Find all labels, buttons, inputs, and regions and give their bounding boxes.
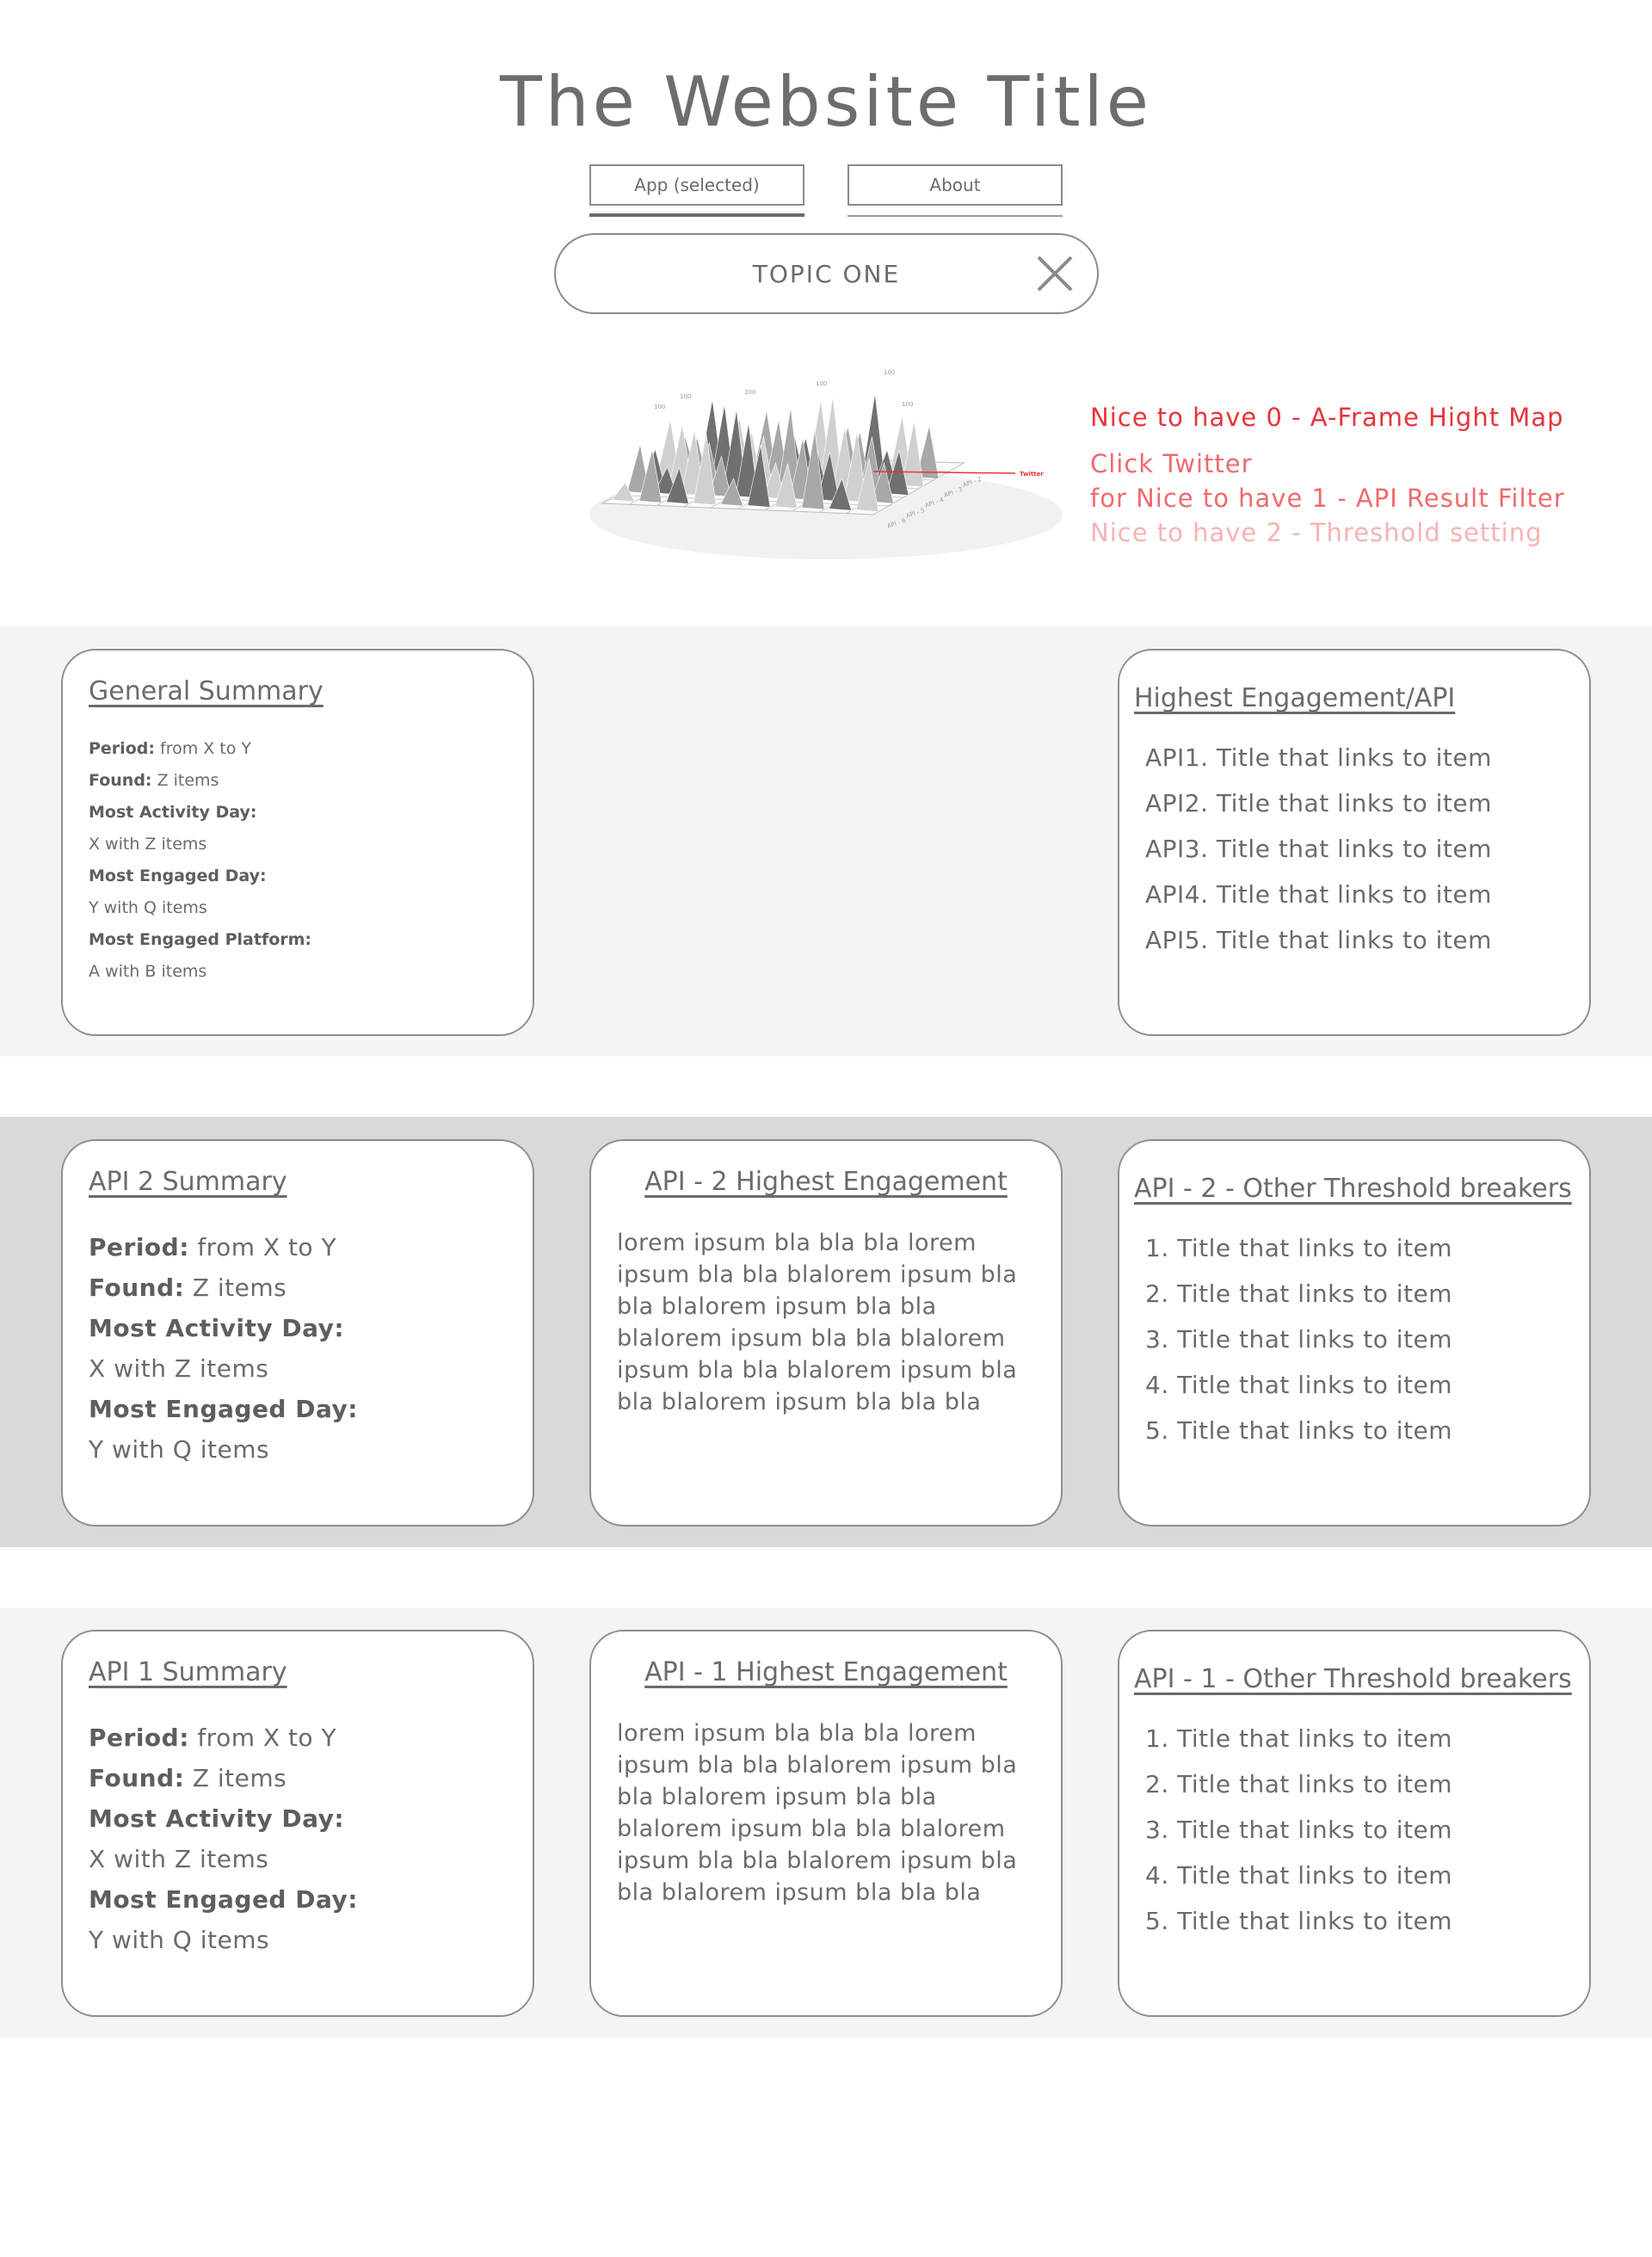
api2-threshold-list: 1. Title that links to item 2. Title tha… [1145, 1225, 1452, 1453]
list-item-link[interactable]: API3. Title that links to item [1145, 826, 1492, 872]
most-engaged-value: Y with Q items [89, 898, 207, 917]
list-item-link[interactable]: 4. Title that links to item [1145, 1362, 1452, 1408]
api1-summary-body: Period: from X to Y Found: Z items Most … [89, 1717, 358, 1960]
list-item-link[interactable]: 2. Title that links to item [1145, 1271, 1452, 1317]
text-line: bla blalorem ipsum bla bla [617, 1784, 937, 1810]
text-line: ipsum bla bla blalorem ipsum bla [617, 1847, 1018, 1874]
most-activity-label: Most Activity Day: [89, 1804, 345, 1833]
list-item-link[interactable]: API5. Title that links to item [1145, 917, 1492, 963]
list-item-link[interactable]: API4. Title that links to item [1145, 872, 1492, 917]
tab-app-selected-indicator [589, 213, 804, 217]
most-activity-value: X with Z items [89, 835, 207, 854]
most-engaged-value: Y with Q items [89, 1435, 270, 1464]
text-line: blalorem ipsum bla bla blalorem [617, 1816, 1006, 1842]
text-line: bla blalorem ipsum bla bla [617, 1293, 937, 1320]
api2-summary-card: API 2 Summary Period: from X to Y Found:… [61, 1139, 534, 1526]
tab-app[interactable]: App (selected) [589, 164, 804, 206]
found-label: Found: [89, 1273, 185, 1302]
peak-label: 100 [744, 389, 755, 396]
found-value: Z items [192, 1764, 287, 1792]
found-label: Found: [89, 771, 152, 790]
text-line: lorem ipsum bla bla bla lorem [617, 1720, 977, 1747]
list-item-link[interactable]: 3. Title that links to item [1145, 1807, 1452, 1853]
found-value: Z items [157, 771, 219, 790]
note-nice-to-have-1: for Nice to have 1 - API Result Filter [1090, 484, 1565, 513]
text-line: blalorem ipsum bla bla blalorem [617, 1325, 1006, 1352]
period-label: Period: [89, 1233, 189, 1261]
card-title: API 2 Summary [89, 1167, 287, 1197]
list-item-link[interactable]: API2. Title that links to item [1145, 780, 1492, 826]
topic-chip: TOPIC ONE [554, 233, 1099, 314]
period-value: from X to Y [197, 1233, 337, 1261]
peak-label: 100 [654, 404, 665, 410]
most-activity-label: Most Activity Day: [89, 803, 257, 822]
card-title: API - 2 Highest Engagement [644, 1167, 1008, 1197]
api2-highest-engagement-card: API - 2 Highest Engagement lorem ipsum b… [589, 1139, 1063, 1526]
peak-label: 100 [902, 401, 913, 408]
tab-about-underline [848, 215, 1063, 217]
api1-summary-card: API 1 Summary Period: from X to Y Found:… [61, 1630, 534, 2017]
twitter-row-label[interactable]: Twitter [1020, 471, 1044, 478]
site-title: The Website Title [500, 62, 1152, 142]
text-line: ipsum bla bla blalorem ipsum bla [617, 1261, 1018, 1288]
tab-app-label: App (selected) [634, 175, 760, 195]
api1-highest-engagement-text[interactable]: lorem ipsum bla bla bla lorem ipsum bla … [617, 1717, 1047, 1909]
list-item-link[interactable]: 4. Title that links to item [1145, 1853, 1452, 1898]
card-title: API - 1 Highest Engagement [644, 1657, 1008, 1687]
list-item-link[interactable]: 3. Title that links to item [1145, 1317, 1452, 1362]
most-engaged-value: Y with Q items [89, 1926, 270, 1954]
tab-about-label: About [929, 175, 981, 195]
height-map-chart[interactable]: 100 100 100 100 100 100 API - 2 API - 3 … [585, 361, 1067, 568]
list-item-link[interactable]: 1. Title that links to item [1145, 1225, 1452, 1271]
api2-summary-body: Period: from X to Y Found: Z items Most … [89, 1227, 358, 1470]
period-value: from X to Y [160, 739, 252, 758]
text-line: ipsum bla bla blalorem ipsum bla [617, 1357, 1018, 1384]
period-label: Period: [89, 739, 155, 758]
most-engaged-label: Most Engaged Day: [89, 1395, 358, 1423]
peak-label: 100 [680, 393, 691, 400]
highest-engagement-api-card: Highest Engagement/API API1. Title that … [1118, 649, 1591, 1036]
topic-label: TOPIC ONE [752, 259, 901, 288]
text-line: bla blalorem ipsum bla bla bla [617, 1879, 982, 1906]
api2-highest-engagement-text[interactable]: lorem ipsum bla bla bla lorem ipsum bla … [617, 1227, 1047, 1418]
api1-threshold-card: API - 1 - Other Threshold breakers 1. Ti… [1118, 1630, 1591, 2017]
card-title: Highest Engagement/API [1134, 683, 1456, 713]
period-label: Period: [89, 1724, 189, 1752]
most-engaged-platform-value: A with B items [89, 962, 207, 981]
found-label: Found: [89, 1764, 185, 1792]
found-value: Z items [192, 1273, 287, 1302]
api1-threshold-list: 1. Title that links to item 2. Title tha… [1145, 1716, 1452, 1944]
note-nice-to-have-2: Nice to have 2 - Threshold setting [1090, 518, 1543, 547]
card-title: API - 2 - Other Threshold breakers [1134, 1174, 1572, 1204]
most-activity-value: X with Z items [89, 1845, 269, 1873]
highest-engagement-list: API1. Title that links to item API2. Tit… [1145, 735, 1492, 963]
most-engaged-label: Most Engaged Day: [89, 1885, 358, 1914]
card-title: API - 1 - Other Threshold breakers [1134, 1664, 1572, 1694]
note-click-twitter: Click Twitter [1090, 449, 1253, 478]
peak-label: 100 [816, 380, 827, 387]
text-line: bla blalorem ipsum bla bla bla [617, 1389, 982, 1415]
most-engaged-platform-label: Most Engaged Platform: [89, 930, 312, 949]
text-line: lorem ipsum bla bla bla lorem [617, 1230, 977, 1256]
api1-highest-engagement-card: API - 1 Highest Engagement lorem ipsum b… [589, 1630, 1063, 2017]
list-item-link[interactable]: 2. Title that links to item [1145, 1761, 1452, 1807]
list-item-link[interactable]: 5. Title that links to item [1145, 1408, 1452, 1453]
peak-label: 100 [884, 369, 895, 376]
general-summary-body: Period: from X to Y Found: Z items Most … [89, 733, 311, 988]
most-engaged-label: Most Engaged Day: [89, 866, 267, 885]
most-activity-value: X with Z items [89, 1354, 269, 1383]
list-item-link[interactable]: API1. Title that links to item [1145, 735, 1492, 780]
period-value: from X to Y [197, 1724, 337, 1752]
text-line: ipsum bla bla blalorem ipsum bla [617, 1752, 1018, 1779]
general-summary-card: General Summary Period: from X to Y Foun… [61, 649, 534, 1036]
card-title: General Summary [89, 676, 324, 706]
most-activity-label: Most Activity Day: [89, 1314, 345, 1342]
tab-about[interactable]: About [848, 164, 1063, 206]
close-icon[interactable] [1035, 254, 1075, 293]
note-nice-to-have-0: Nice to have 0 - A-Frame Hight Map [1090, 403, 1564, 432]
list-item-link[interactable]: 1. Title that links to item [1145, 1716, 1452, 1761]
card-title: API 1 Summary [89, 1657, 287, 1687]
list-item-link[interactable]: 5. Title that links to item [1145, 1898, 1452, 1944]
api2-threshold-card: API - 2 - Other Threshold breakers 1. Ti… [1118, 1139, 1591, 1526]
